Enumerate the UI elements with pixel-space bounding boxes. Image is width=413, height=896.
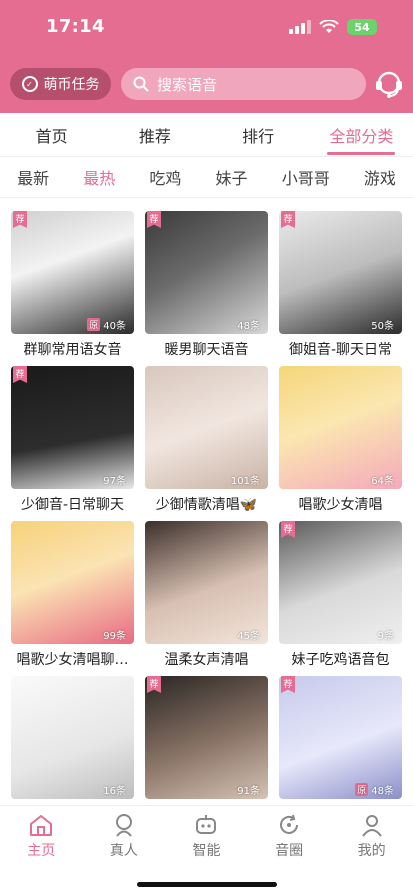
original-badge: 原 xyxy=(87,318,101,331)
voice-card[interactable]: 99条 唱歌少女清唱聊… xyxy=(11,521,134,676)
voice-count: 91条 xyxy=(237,786,260,797)
bottom-nav: 主页 真人 智能 音圈 我的 xyxy=(0,805,413,896)
recommended-badge: 荐 xyxy=(13,211,27,228)
voice-count: 原 48条 xyxy=(355,782,394,797)
voice-card-title: 唱歌少女清唱聊… xyxy=(16,652,129,668)
voice-count: 9条 xyxy=(377,631,394,642)
coin-icon: ✓ xyxy=(21,76,38,92)
nav-label: 音圈 xyxy=(275,843,304,859)
recommended-badge: 荐 xyxy=(147,676,161,693)
coin-task-button[interactable]: ✓ 萌币任务 xyxy=(10,68,111,100)
subtab-pubg[interactable]: 吃鸡 xyxy=(149,165,181,189)
voice-card[interactable]: 45条 温柔女声清唱 xyxy=(145,521,268,676)
voice-count: 50条 xyxy=(371,321,394,332)
tab-all-categories[interactable]: 全部分类 xyxy=(310,113,413,155)
battery-icon: 54 xyxy=(347,19,377,35)
voice-count: 64条 xyxy=(371,476,394,487)
voice-count: 16条 xyxy=(103,786,126,797)
home-icon xyxy=(30,815,53,836)
voice-card-title: 妹子吃鸡语音包 xyxy=(291,652,390,668)
voice-card-title: 少御音-日常聊天 xyxy=(20,497,125,513)
nav-label: 主页 xyxy=(27,843,56,859)
app-page: 17:14 54 ✓ 萌币任务 搜索语音 首页 推荐 排行 全部分类 最新 最热… xyxy=(0,0,413,896)
search-icon xyxy=(133,76,149,92)
recommended-badge: 荐 xyxy=(147,211,161,228)
voice-card-image: 荐 48条 xyxy=(145,211,268,334)
voice-card-image: 45条 xyxy=(145,521,268,644)
status-icons: 54 xyxy=(289,19,377,35)
voice-card[interactable]: 64条 唱歌少女清唱 xyxy=(279,366,402,521)
search-placeholder: 搜索语音 xyxy=(157,75,218,94)
subtab-hottest[interactable]: 最热 xyxy=(83,165,115,189)
voice-card-image: 荐 50条 xyxy=(279,211,402,334)
subtab-latest[interactable]: 最新 xyxy=(17,165,49,189)
subtab-games[interactable]: 游戏 xyxy=(364,165,396,189)
voice-card-image: 99条 xyxy=(11,521,134,644)
voice-card-image: 64条 xyxy=(279,366,402,489)
subtab-boys[interactable]: 小哥哥 xyxy=(282,165,330,189)
refresh-circle-icon xyxy=(280,814,299,834)
main-tabs: 首页 推荐 排行 全部分类 xyxy=(0,113,413,155)
voice-card-title: 唱歌少女清唱 xyxy=(298,497,383,513)
status-time: 17:14 xyxy=(46,16,105,37)
voice-card[interactable]: 荐 原 40条 群聊常用语女音 xyxy=(11,211,134,366)
nav-label: 智能 xyxy=(192,843,221,859)
voice-pack-grid: 荐 原 40条 群聊常用语女音 荐 48条 暖男聊天语音 荐 50条 御姐音-聊天… xyxy=(11,211,402,831)
sub-tabs: 最新 最热 吃鸡 妹子 小哥哥 游戏 xyxy=(0,156,413,198)
voice-card-title: 御姐音-聊天日常 xyxy=(288,342,393,358)
recommended-badge: 荐 xyxy=(281,211,295,228)
tab-ranking[interactable]: 排行 xyxy=(207,113,310,155)
voice-card-image: 16条 xyxy=(11,676,134,799)
home-indicator xyxy=(137,882,277,887)
headset-icon[interactable] xyxy=(374,68,404,100)
voice-count: 45条 xyxy=(237,631,260,642)
voice-card-image: 荐 97条 xyxy=(11,366,134,489)
wifi-icon xyxy=(319,20,339,33)
voice-count: 48条 xyxy=(237,321,260,332)
voice-card-image: 荐 原 48条 xyxy=(279,676,402,799)
voice-card-title: 群聊常用语女音 xyxy=(23,342,122,358)
voice-card[interactable]: 荐 50条 御姐音-聊天日常 xyxy=(279,211,402,366)
nav-profile[interactable]: 我的 xyxy=(330,806,413,896)
person-mic-icon xyxy=(115,814,132,837)
signal-icon xyxy=(289,20,311,34)
voice-count: 97条 xyxy=(103,476,126,487)
user-icon xyxy=(361,815,382,837)
tab-home[interactable]: 首页 xyxy=(0,113,103,155)
search-input[interactable]: 搜索语音 xyxy=(121,68,366,100)
voice-card[interactable]: 荐 97条 少御音-日常聊天 xyxy=(11,366,134,521)
status-bar: 17:14 54 xyxy=(0,0,413,56)
voice-card-title: 少御情歌清唱🦋 xyxy=(155,497,258,513)
voice-card-image: 荐 9条 xyxy=(279,521,402,644)
subtab-girls[interactable]: 妹子 xyxy=(216,165,248,189)
voice-count: 原 40条 xyxy=(87,317,126,332)
tab-recommend[interactable]: 推荐 xyxy=(103,113,206,155)
voice-card-image: 101条 xyxy=(145,366,268,489)
nav-label: 真人 xyxy=(109,843,138,859)
voice-card-title: 温柔女声清唱 xyxy=(164,652,249,668)
voice-card[interactable]: 荐 48条 暖男聊天语音 xyxy=(145,211,268,366)
nav-label: 我的 xyxy=(357,843,386,859)
nav-home[interactable]: 主页 xyxy=(0,806,83,896)
coin-task-label: 萌币任务 xyxy=(43,77,100,93)
voice-card[interactable]: 101条 少御情歌清唱🦋 xyxy=(145,366,268,521)
recommended-badge: 荐 xyxy=(13,366,27,383)
voice-card-title: 暖男聊天语音 xyxy=(164,342,249,358)
voice-count: 99条 xyxy=(103,631,126,642)
voice-card-image: 荐 91条 xyxy=(145,676,268,799)
header: 17:14 54 ✓ 萌币任务 搜索语音 xyxy=(0,0,413,113)
recommended-badge: 荐 xyxy=(281,521,295,538)
recommended-badge: 荐 xyxy=(281,676,295,693)
voice-card-image: 荐 原 40条 xyxy=(11,211,134,334)
original-badge: 原 xyxy=(355,783,369,796)
voice-count: 101条 xyxy=(230,476,260,487)
robot-icon xyxy=(196,815,217,834)
voice-card[interactable]: 荐 9条 妹子吃鸡语音包 xyxy=(279,521,402,676)
